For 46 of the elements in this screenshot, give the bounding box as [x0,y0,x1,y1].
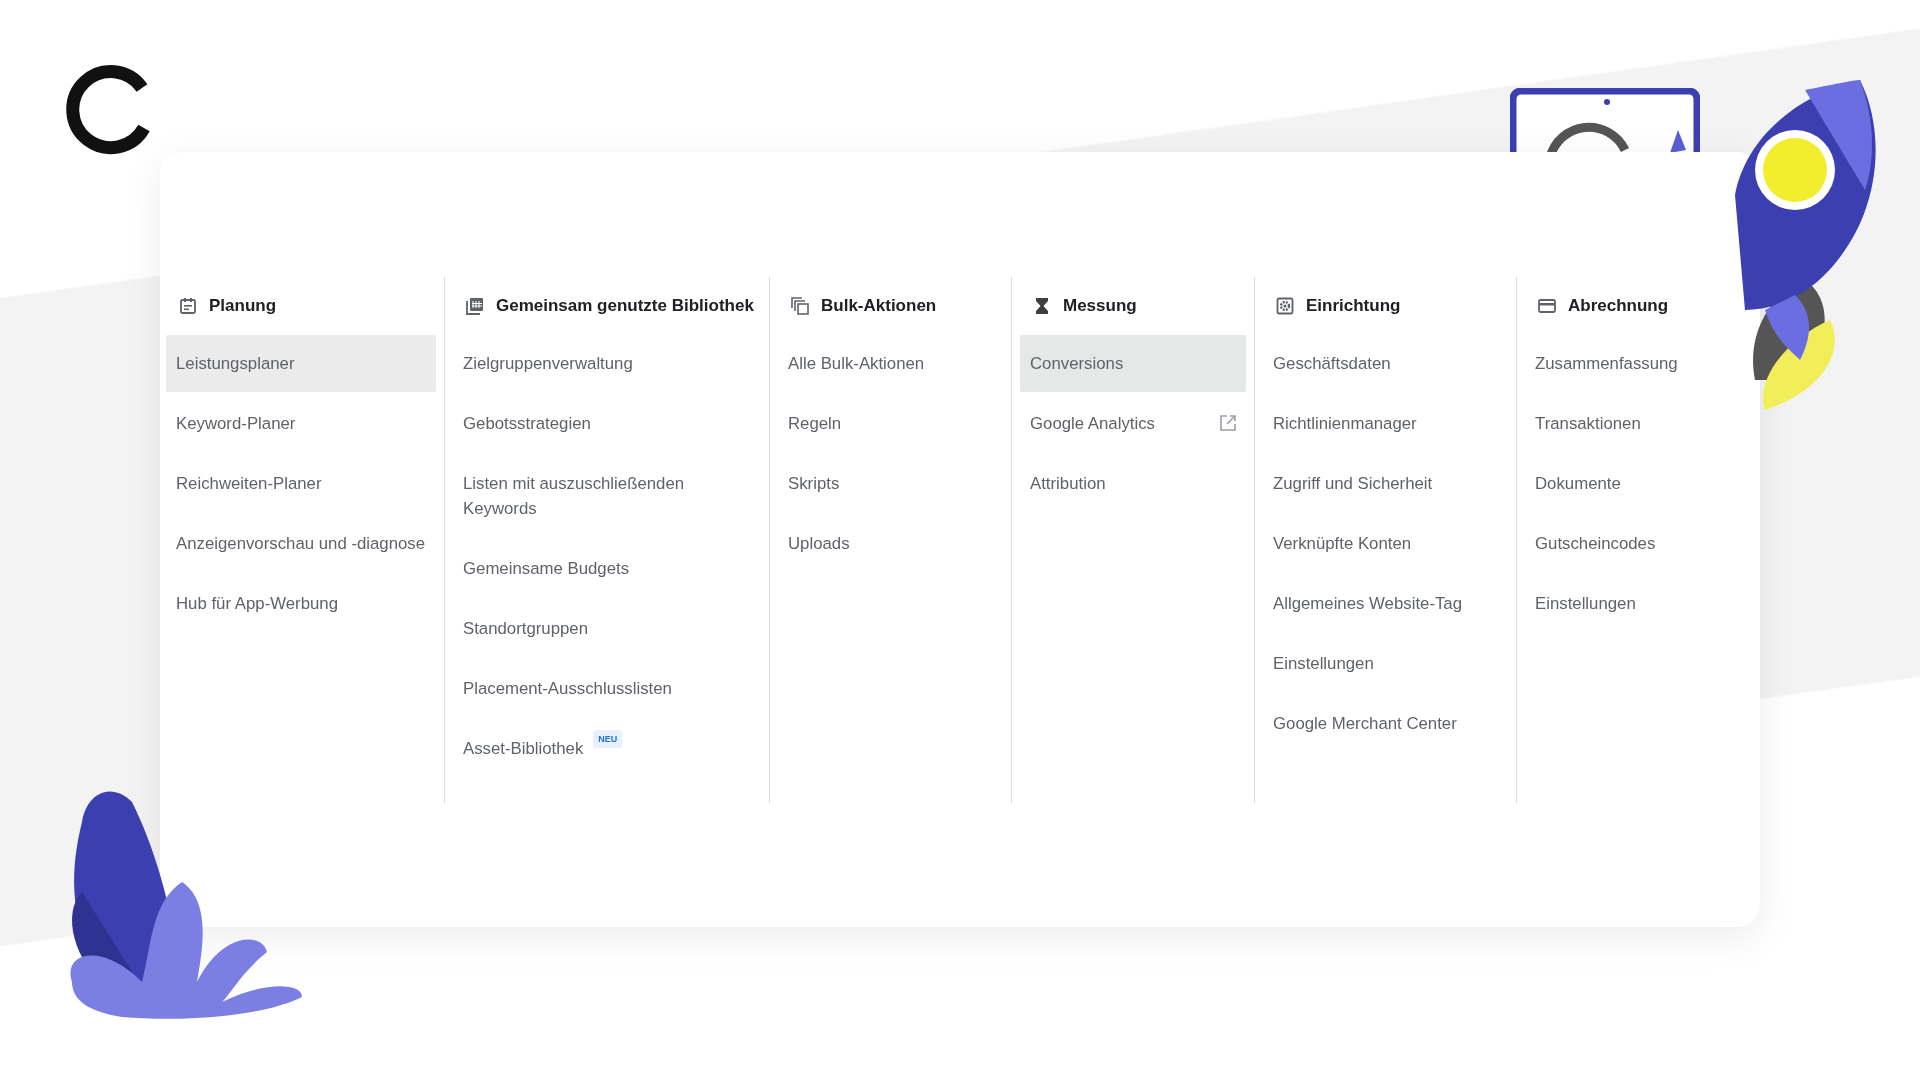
menu-item[interactable]: Anzeigenvorschau und -diagnose [166,515,436,572]
external-link-icon [1218,413,1238,433]
menu-item[interactable]: Zusammenfassung [1525,335,1752,392]
menu-item[interactable]: Transaktionen [1525,395,1752,452]
menu-item[interactable]: Gutscheincodes [1525,515,1752,572]
menu-item[interactable]: Uploads [778,515,1003,572]
credit-card-icon [1537,296,1557,316]
column-heading: Planung [209,296,277,316]
new-badge: NEU [593,730,623,748]
menu-item-label: Google Analytics [1030,413,1155,435]
menu-item[interactable]: Standortgruppen [453,600,761,657]
menu-item[interactable]: Google Merchant Center [1263,695,1508,752]
menu-item[interactable]: Richtlinienmanager [1263,395,1508,452]
menu-item[interactable]: Einstellungen [1263,635,1508,692]
menu-item[interactable]: Geschäftsdaten [1263,335,1508,392]
menu-item[interactable]: Leistungsplaner [166,335,436,392]
menu-item[interactable]: Listen mit auszuschließenden Keywords [453,455,761,537]
column-heading: Einrichtung [1306,296,1401,316]
calendar-icon [178,296,198,316]
menu-item[interactable]: Attribution [1020,455,1246,512]
menu-item[interactable]: Verknüpfte Konten [1263,515,1508,572]
menu-item[interactable]: Placement-Ausschlusslisten [453,660,761,717]
menu-item[interactable]: Reichweiten-Planer [166,455,436,512]
menu-item-label: Asset-Bibliothek [463,738,584,760]
library-icon [465,296,485,316]
menu-item[interactable]: Alle Bulk-Aktionen [778,335,1003,392]
settings-icon [1275,296,1295,316]
copy-icon [790,296,810,316]
menu-item[interactable]: Google Analytics [1020,395,1246,452]
menu-item[interactable]: Skripts [778,455,1003,512]
menu-item[interactable]: Gemeinsame Budgets [453,540,761,597]
column-heading: Gemeinsam genutzte Bibliothek [496,296,754,316]
menu-item[interactable]: Conversions [1020,335,1246,392]
menu-item[interactable]: Einstellungen [1525,575,1752,632]
menu-item[interactable]: Allgemeines Website-Tag [1263,575,1508,632]
menu-item[interactable]: Hub für App-Werbung [166,575,436,632]
column-heading: Abrechnung [1568,296,1669,316]
menu-item[interactable]: Zugriff und Sicherheit [1263,455,1508,512]
menu-item[interactable]: Keyword-Planer [166,395,436,452]
menu-item[interactable]: Asset-Bibliothek NEU [453,720,761,777]
menu-item[interactable]: Regeln [778,395,1003,452]
menu-item[interactable]: Zielgruppenverwaltung [453,335,761,392]
menu-item[interactable]: Gebotsstrategien [453,395,761,452]
menu-item[interactable]: Dokumente [1525,455,1752,512]
column-heading: Bulk-Aktionen [821,296,937,316]
column-heading: Messung [1063,296,1137,316]
